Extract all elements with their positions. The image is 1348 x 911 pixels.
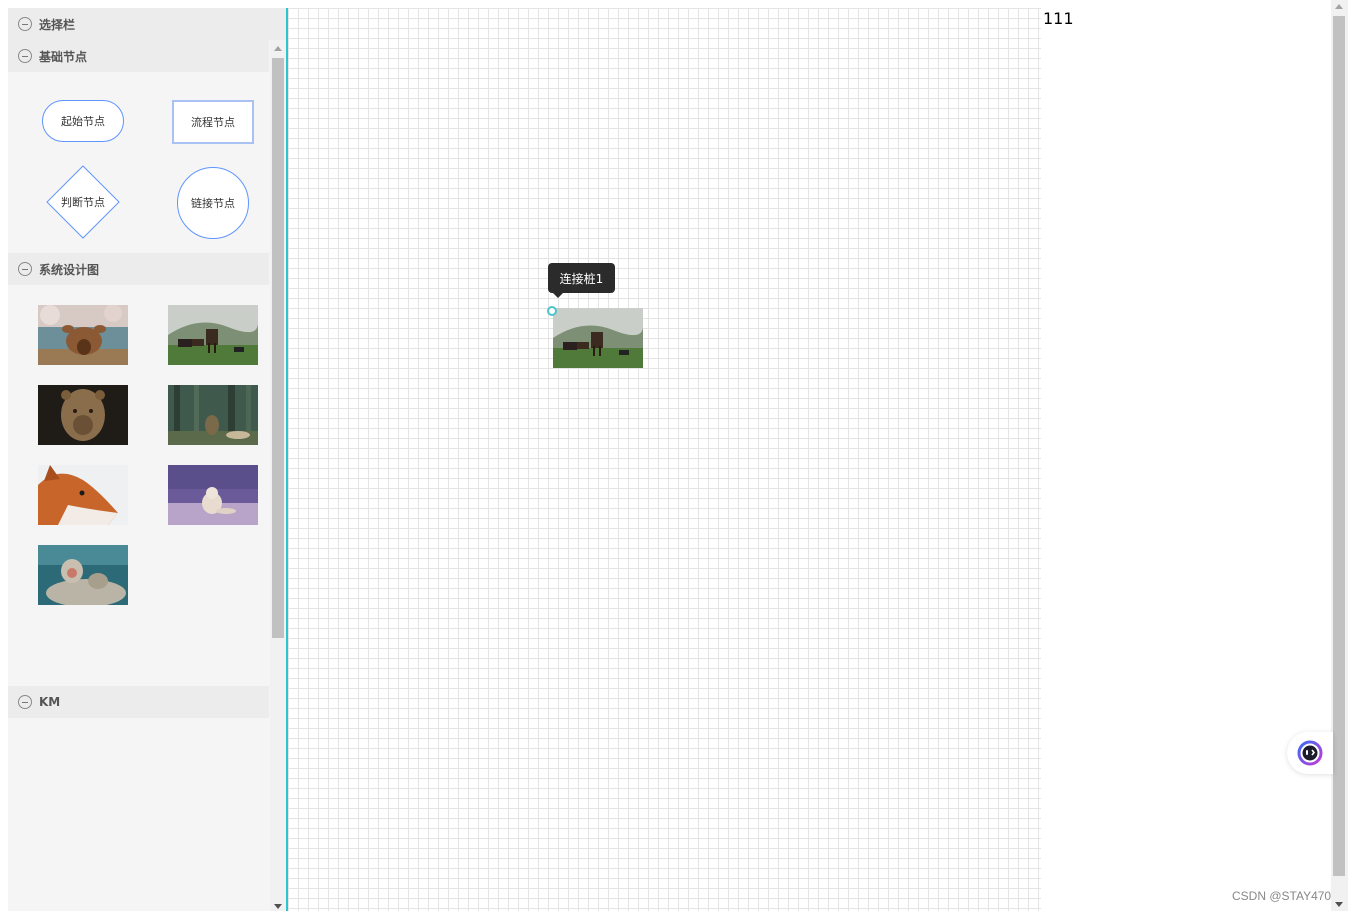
link-node-label: 链接节点 xyxy=(191,197,235,210)
start-node[interactable]: 起始节点 xyxy=(42,100,124,142)
group-label: 系统设计图 xyxy=(39,262,100,277)
fox-icon[interactable] xyxy=(38,465,128,525)
tooltip-text: 连接桩1 xyxy=(559,271,604,286)
arctic-fox-icon[interactable] xyxy=(168,465,258,525)
group-header-system-design[interactable]: 系统设计图 xyxy=(8,253,269,285)
process-node[interactable]: 流程节点 xyxy=(172,100,254,144)
collapse-icon[interactable] xyxy=(18,695,32,709)
scroll-down-arrow-icon[interactable] xyxy=(1335,902,1343,907)
horses-icon[interactable] xyxy=(168,305,258,365)
forest-animals-icon[interactable] xyxy=(168,385,258,445)
group-label: KM xyxy=(39,695,61,709)
stencil-scrollbar[interactable] xyxy=(270,40,286,911)
watermark: CSDN @STAY470 xyxy=(1232,889,1332,903)
canvas-image-node[interactable] xyxy=(553,308,643,368)
process-node-label: 流程节点 xyxy=(191,116,235,129)
decision-node[interactable]: 判断节点 xyxy=(46,165,120,239)
link-node[interactable]: 链接节点 xyxy=(177,167,249,239)
graph-canvas[interactable]: 连接桩1 xyxy=(286,8,1041,911)
robot-face-icon xyxy=(1297,740,1323,766)
deer-icon[interactable] xyxy=(38,305,128,365)
assistant-button[interactable] xyxy=(1287,732,1333,774)
group-header-basic-nodes[interactable]: 基础节点 xyxy=(8,40,269,72)
decision-node-label: 判断节点 xyxy=(61,196,105,209)
stencil-sidebar: 选择栏 基础节点 起始节点 流程节点 判断节点 链接节点 系统设计图 KM xyxy=(8,8,286,911)
scrollbar-thumb[interactable] xyxy=(272,58,284,638)
stencil-title-header[interactable]: 选择栏 xyxy=(8,8,286,40)
port-tooltip: 连接桩1 xyxy=(548,263,615,298)
scroll-up-arrow-icon[interactable] xyxy=(1335,4,1343,9)
collapse-icon[interactable] xyxy=(18,49,32,63)
counter-text: 111 xyxy=(1043,9,1074,28)
horses-icon xyxy=(553,308,643,368)
monkey-icon[interactable] xyxy=(38,545,128,605)
group-label: 基础节点 xyxy=(39,49,88,64)
scroll-down-arrow-icon[interactable] xyxy=(274,904,282,909)
collapse-icon[interactable] xyxy=(18,17,32,31)
page-scrollbar[interactable] xyxy=(1331,0,1348,911)
group-header-km[interactable]: KM xyxy=(8,686,269,718)
start-node-label: 起始节点 xyxy=(61,115,105,128)
scroll-up-arrow-icon[interactable] xyxy=(274,46,282,51)
lioness-icon[interactable] xyxy=(38,385,128,445)
stencil-title: 选择栏 xyxy=(39,17,76,32)
scrollbar-thumb[interactable] xyxy=(1333,16,1345,876)
collapse-icon[interactable] xyxy=(18,262,32,276)
connection-port[interactable] xyxy=(547,306,557,316)
